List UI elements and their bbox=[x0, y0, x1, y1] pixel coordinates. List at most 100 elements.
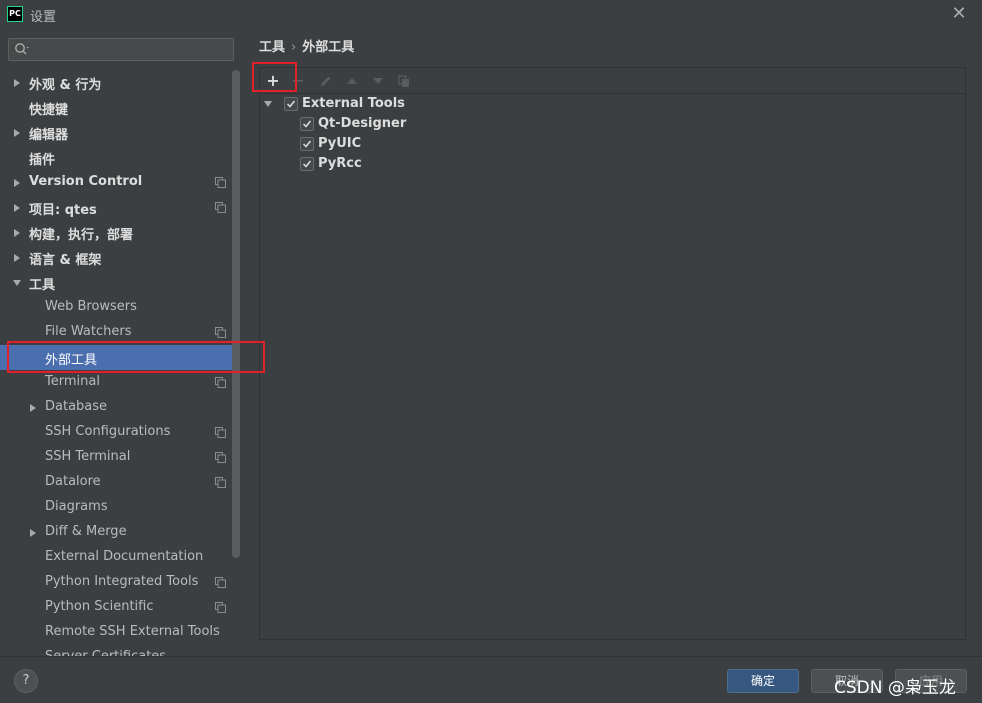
add-button-highlight bbox=[252, 62, 297, 92]
sidebar-item[interactable]: Terminal bbox=[0, 370, 232, 395]
project-scope-icon bbox=[215, 177, 226, 188]
checkmark-icon bbox=[302, 140, 312, 148]
sidebar-item-label: 快捷键 bbox=[29, 103, 69, 118]
sidebar-item[interactable]: SSH Terminal bbox=[0, 445, 232, 470]
tool-item[interactable]: Qt-Designer bbox=[300, 116, 500, 136]
project-scope-icon bbox=[215, 202, 226, 213]
sidebar-item-label: 插件 bbox=[29, 153, 56, 168]
sidebar-item[interactable]: 编辑器 bbox=[0, 120, 232, 145]
project-scope-icon bbox=[215, 427, 226, 438]
search-input[interactable] bbox=[35, 40, 230, 59]
sidebar-item[interactable]: Diagrams bbox=[0, 495, 232, 520]
help-button[interactable]: ? bbox=[14, 669, 38, 693]
expand-arrow-icon[interactable] bbox=[12, 253, 22, 263]
sidebar-item[interactable]: Version Control bbox=[0, 170, 232, 195]
external-tools-checkbox[interactable] bbox=[284, 97, 298, 111]
sidebar-item-label: Python Integrated Tools bbox=[45, 574, 199, 589]
sidebar-item-label: 项目: qtes bbox=[29, 203, 97, 218]
expand-arrow-icon[interactable] bbox=[12, 178, 22, 188]
project-scope-icon bbox=[215, 477, 226, 488]
sidebar-item[interactable]: 快捷键 bbox=[0, 95, 232, 120]
sidebar-item-label: 工具 bbox=[29, 278, 56, 293]
ok-button[interactable]: 确定 bbox=[727, 669, 799, 693]
tool-checkbox[interactable] bbox=[300, 137, 314, 151]
tool-checkbox[interactable] bbox=[300, 157, 314, 171]
sidebar-item[interactable]: SSH Configurations bbox=[0, 420, 232, 445]
sidebar-item-label: Datalore bbox=[45, 474, 101, 489]
expand-arrow-icon[interactable] bbox=[12, 78, 22, 88]
expand-arrow-icon[interactable] bbox=[12, 128, 22, 138]
expand-arrow-icon[interactable] bbox=[12, 203, 22, 213]
external-tools-label: External Tools bbox=[302, 96, 405, 111]
window-title: 设置 bbox=[30, 10, 57, 25]
sidebar-item-label: 构建，执行，部署 bbox=[29, 228, 134, 243]
tool-label: PyRcc bbox=[318, 156, 362, 171]
checkmark-icon bbox=[286, 100, 296, 108]
project-scope-icon bbox=[215, 577, 226, 588]
sidebar-item[interactable]: Database bbox=[0, 395, 232, 420]
sidebar-item[interactable]: Python Scientific bbox=[0, 595, 232, 620]
external-tools-panel: + − External Tools Qt-Designer PyUIC PyR… bbox=[259, 67, 966, 640]
checkmark-icon bbox=[302, 160, 312, 168]
dialog-footer: ? 确定 取消 应用 CSDN @枭玉龙 bbox=[0, 656, 982, 703]
sidebar-item-label: Diff & Merge bbox=[45, 524, 127, 539]
sidebar-item-label: SSH Terminal bbox=[45, 449, 131, 464]
sidebar-item[interactable]: Python Integrated Tools bbox=[0, 570, 232, 595]
search-icon bbox=[15, 43, 29, 55]
expand-arrow-icon[interactable] bbox=[263, 99, 273, 109]
sidebar-item[interactable]: 语言 & 框架 bbox=[0, 245, 232, 270]
close-button[interactable]: ✕ bbox=[948, 3, 970, 25]
down-icon bbox=[373, 78, 383, 84]
sidebar-item-label: Version Control bbox=[29, 174, 143, 189]
sidebar-item[interactable]: External Documentation bbox=[0, 545, 232, 570]
breadcrumb-separator: › bbox=[291, 40, 297, 55]
sidebar-item-label: File Watchers bbox=[45, 324, 132, 339]
tool-label: PyUIC bbox=[318, 136, 362, 151]
sidebar-item-label: Remote SSH External Tools bbox=[45, 624, 220, 639]
sidebar-item-label: Database bbox=[45, 399, 108, 414]
checkmark-icon bbox=[302, 120, 312, 128]
sidebar-item-label: 外观 & 行为 bbox=[29, 78, 102, 93]
project-scope-icon bbox=[215, 327, 226, 338]
edit-button[interactable] bbox=[316, 71, 336, 91]
sidebar-item-label: Web Browsers bbox=[45, 299, 137, 314]
tool-checkbox[interactable] bbox=[300, 117, 314, 131]
sidebar-item-label: 编辑器 bbox=[29, 128, 69, 143]
expand-arrow-icon[interactable] bbox=[28, 403, 38, 413]
breadcrumb-current: 外部工具 bbox=[302, 40, 355, 55]
breadcrumb: 工具 › 外部工具 bbox=[259, 36, 354, 55]
copy-button[interactable] bbox=[394, 71, 414, 91]
sidebar-item[interactable]: 项目: qtes bbox=[0, 195, 232, 220]
sidebar-item[interactable]: 构建，执行，部署 bbox=[0, 220, 232, 245]
sidebar-item[interactable]: Datalore bbox=[0, 470, 232, 495]
pycharm-logo-icon: PC bbox=[7, 6, 23, 22]
sidebar-item[interactable]: Server Certificates bbox=[0, 645, 232, 656]
up-icon bbox=[347, 78, 357, 84]
search-box[interactable] bbox=[8, 38, 234, 61]
title-bar: PC 设置 ✕ bbox=[0, 0, 982, 28]
sidebar-item-label: 语言 & 框架 bbox=[29, 253, 102, 268]
sidebar-item-label: External Documentation bbox=[45, 549, 204, 564]
sidebar-item[interactable]: 工具 bbox=[0, 270, 232, 295]
collapse-arrow-icon[interactable] bbox=[12, 278, 22, 288]
expand-arrow-icon[interactable] bbox=[12, 228, 22, 238]
sidebar-item[interactable]: Web Browsers bbox=[0, 295, 232, 320]
sidebar-item[interactable]: Remote SSH External Tools bbox=[0, 620, 232, 645]
project-scope-icon bbox=[215, 602, 226, 613]
move-up-button[interactable] bbox=[342, 71, 362, 91]
sidebar-scrollbar[interactable] bbox=[232, 70, 240, 558]
sidebar-item-label: Server Certificates bbox=[45, 649, 166, 656]
sidebar-item[interactable]: 外观 & 行为 bbox=[0, 70, 232, 95]
tool-label: Qt-Designer bbox=[318, 116, 407, 131]
tools-toolbar: + − bbox=[260, 68, 965, 94]
breadcrumb-parent[interactable]: 工具 bbox=[259, 40, 285, 55]
external-tools-group[interactable]: External Tools bbox=[263, 96, 463, 116]
tool-item[interactable]: PyRcc bbox=[300, 156, 500, 176]
tool-item[interactable]: PyUIC bbox=[300, 136, 500, 156]
sidebar-item[interactable]: 插件 bbox=[0, 145, 232, 170]
sidebar-item[interactable]: Diff & Merge bbox=[0, 520, 232, 545]
move-down-button[interactable] bbox=[368, 71, 388, 91]
sidebar-item-label: Diagrams bbox=[45, 499, 108, 514]
sidebar-item-label: SSH Configurations bbox=[45, 424, 171, 439]
expand-arrow-icon[interactable] bbox=[28, 528, 38, 538]
